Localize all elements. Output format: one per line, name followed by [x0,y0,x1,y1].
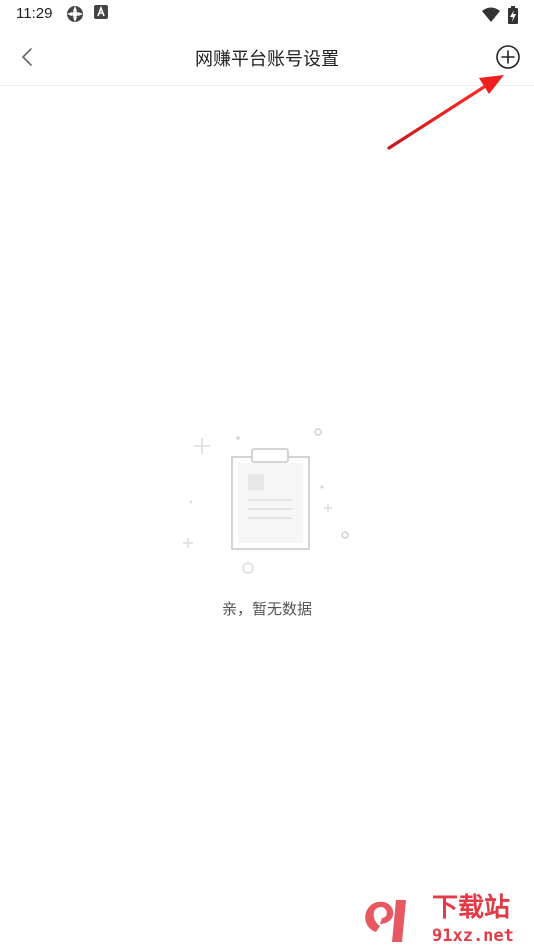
sync-icon [67,6,83,22]
status-time: 11:29 [16,5,53,22]
watermark-domain: 91xz.net [432,926,514,946]
annotation-arrow-icon [387,75,504,150]
wifi-icon [481,7,500,22]
status-bar: 11:29 [0,0,534,28]
keyboard-a-icon [94,5,108,19]
battery-charging-icon [508,5,518,24]
status-right-group [481,4,518,24]
watermark-brand: 下载站 [432,893,510,923]
empty-state-message: 亲，暂无数据 [221,600,312,618]
empty-clipboard-icon [183,428,349,574]
